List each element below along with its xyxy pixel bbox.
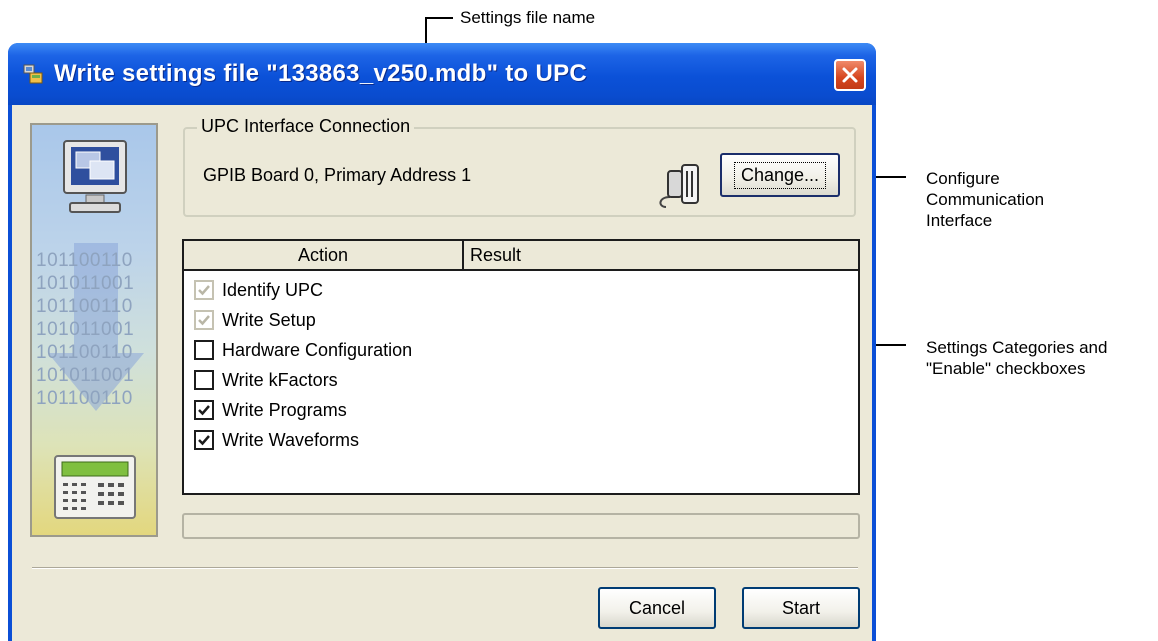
categories-annotation-line-1: Settings Categories and <box>926 338 1108 357</box>
checkmark-icon <box>198 405 210 416</box>
action-item-label: Hardware Configuration <box>222 339 413 360</box>
connection-group: UPC Interface Connection GPIB Board 0, P… <box>183 116 856 217</box>
action-item-label: Write kFactors <box>222 369 338 390</box>
enable-checkbox[interactable] <box>194 340 214 360</box>
configure-annotation: Configure Communication Interface <box>926 168 1044 231</box>
configure-annotation-line-2: Communication <box>926 190 1045 209</box>
change-connection-button[interactable]: Change... <box>720 153 840 197</box>
categories-annotation-line-2: "Enable" checkboxes <box>926 359 1086 378</box>
action-list-item[interactable]: Write kFactors <box>194 365 338 395</box>
transfer-illustration: 101100110 101011001 101100110 101011001 … <box>30 123 158 537</box>
action-list-item[interactable]: Hardware Configuration <box>194 335 412 365</box>
action-item-label: Write Setup <box>222 309 316 330</box>
binary-row: 101100110 <box>36 296 133 317</box>
binary-row: 101011001 <box>36 273 135 294</box>
checkmark-icon <box>198 435 210 446</box>
action-item-label: Identify UPC <box>222 279 324 300</box>
action-list[interactable]: Action Result Identify UPC Write Setup Har… <box>182 239 860 495</box>
file-name-pointer-horizontal <box>425 17 453 19</box>
binary-data-art: 101100110 101011001 101100110 101011001 … <box>36 249 156 410</box>
progress-bar <box>182 513 860 539</box>
enable-checkbox[interactable] <box>194 430 214 450</box>
action-list-item[interactable]: Identify UPC <box>194 275 323 305</box>
start-button[interactable]: Start <box>742 587 860 629</box>
close-button[interactable] <box>834 59 866 91</box>
action-list-item[interactable]: Write Setup <box>194 305 316 335</box>
binary-row: 101011001 <box>36 365 135 386</box>
connection-address: GPIB Board 0, Primary Address 1 <box>203 165 472 185</box>
action-list-item[interactable]: Write Waveforms <box>194 425 359 455</box>
action-item-label: Write Programs <box>222 399 347 420</box>
upc-app-icon <box>23 64 43 84</box>
action-list-header: Action Result <box>184 241 858 271</box>
window-title: Write settings file "133863_v250.mdb" to… <box>54 60 588 87</box>
enable-checkbox[interactable] <box>194 370 214 390</box>
close-icon <box>842 67 858 83</box>
binary-row: 101100110 <box>36 388 133 409</box>
binary-row: 101011001 <box>36 319 135 340</box>
checkmark-icon <box>198 285 210 296</box>
cancel-button[interactable]: Cancel <box>598 587 716 629</box>
enable-checkbox <box>194 310 214 330</box>
enable-checkbox <box>194 280 214 300</box>
categories-annotation: Settings Categories and "Enable" checkbo… <box>926 337 1107 379</box>
column-header-action[interactable]: Action <box>184 241 464 269</box>
monitor-icon <box>63 140 127 213</box>
binary-row: 101100110 <box>36 250 133 271</box>
change-button-label: Change... <box>733 161 827 189</box>
connector-icon <box>659 164 699 208</box>
connection-group-label: UPC Interface Connection <box>197 116 415 137</box>
configure-annotation-line-1: Configure <box>926 169 1000 188</box>
separator <box>32 567 858 569</box>
upc-device-icon <box>54 455 136 519</box>
title-bar[interactable]: Write settings file "133863_v250.mdb" to… <box>8 43 876 105</box>
action-item-label: Write Waveforms <box>222 429 360 450</box>
binary-row: 101100110 <box>36 342 133 363</box>
file-name-annotation: Settings file name <box>460 8 596 27</box>
dialog-client-area: 101100110 101011001 101100110 101011001 … <box>12 105 872 641</box>
column-header-result[interactable]: Result <box>470 241 521 269</box>
configure-annotation-line-3: Interface <box>926 211 993 230</box>
checkmark-icon <box>198 315 210 326</box>
dialog-window: Write settings file "133863_v250.mdb" to… <box>8 43 876 641</box>
enable-checkbox[interactable] <box>194 400 214 420</box>
action-list-item[interactable]: Write Programs <box>194 395 347 425</box>
